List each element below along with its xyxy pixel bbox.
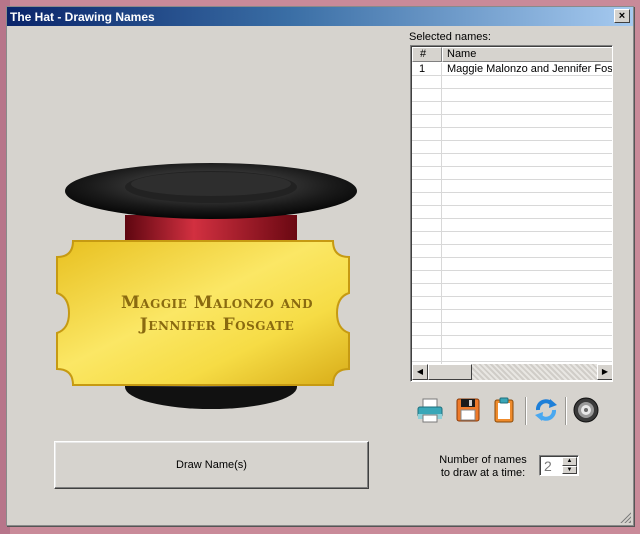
ticket-line-1: Maggie Malonzo and — [120, 293, 314, 313]
reset-button[interactable] — [531, 393, 561, 427]
list-item-number: 1 — [419, 63, 426, 75]
names-count-label-line-2: to draw at a time: — [440, 467, 526, 479]
speaker-icon — [573, 397, 599, 423]
names-count-value[interactable]: 2 — [544, 458, 552, 474]
toolbar — [413, 393, 613, 429]
scroll-track[interactable] — [472, 364, 597, 380]
list-item-name: Maggie Malonzo and Jennifer Fosgate — [447, 63, 613, 75]
stepper-up-button[interactable]: ▲ — [562, 457, 577, 466]
list-header: # Name — [412, 47, 612, 62]
clipboard-icon — [494, 397, 514, 423]
refresh-icon — [535, 399, 557, 421]
stepper-buttons: ▲ ▼ — [562, 457, 577, 474]
floppy-disk-icon — [456, 398, 480, 422]
column-header-number[interactable]: # — [412, 47, 442, 62]
toolbar-separator — [565, 397, 567, 425]
ticket-line-2: Jennifer Fosgate — [139, 315, 295, 335]
ticket-name: Maggie Malonzo and Jennifer Fosgate — [77, 292, 357, 336]
arrow-right-icon: ▶ — [601, 367, 609, 376]
app-window: The Hat - Drawing Names × Maggie Malonzo… — [6, 6, 634, 526]
sound-button[interactable] — [571, 393, 601, 427]
resize-grip-icon[interactable] — [619, 511, 631, 523]
horizontal-scrollbar[interactable]: ◀ ▶ — [412, 364, 612, 380]
printer-icon — [417, 398, 443, 423]
arrow-up-icon: ▲ — [566, 458, 573, 464]
toolbar-separator — [525, 397, 527, 425]
arrow-left-icon: ◀ — [416, 367, 424, 376]
names-count-stepper[interactable]: 2 ▲ ▼ — [539, 455, 579, 476]
names-count-label-line-1: Number of names — [439, 454, 527, 466]
names-count-label: Number of names to draw at a time: — [435, 454, 531, 480]
top-hat-icon — [56, 163, 357, 409]
selected-names-list[interactable]: # Name 1 Maggie Malonzo and Jennifer Fos… — [410, 45, 613, 382]
column-divider — [441, 63, 442, 365]
scroll-right-button[interactable]: ▶ — [597, 364, 612, 380]
selected-names-label: Selected names: — [409, 31, 491, 43]
print-button[interactable] — [415, 393, 445, 427]
scroll-left-button[interactable]: ◀ — [412, 364, 428, 380]
save-button[interactable] — [453, 393, 483, 427]
column-header-name[interactable]: Name — [442, 47, 612, 62]
list-item[interactable]: 1 Maggie Malonzo and Jennifer Fosgate — [412, 63, 613, 76]
scroll-thumb[interactable] — [428, 364, 472, 380]
stepper-down-button[interactable]: ▼ — [562, 465, 577, 474]
list-body: 1 Maggie Malonzo and Jennifer Fosgate — [412, 63, 613, 365]
draw-names-button[interactable]: Draw Name(s) — [54, 441, 369, 489]
copy-to-clipboard-button[interactable] — [489, 393, 519, 427]
hat-graphic — [51, 157, 371, 417]
close-button[interactable]: × — [614, 9, 630, 23]
arrow-down-icon: ▼ — [566, 466, 573, 473]
close-icon: × — [618, 10, 626, 22]
title-bar[interactable]: The Hat - Drawing Names × — [7, 7, 633, 26]
window-title: The Hat - Drawing Names — [10, 9, 155, 24]
